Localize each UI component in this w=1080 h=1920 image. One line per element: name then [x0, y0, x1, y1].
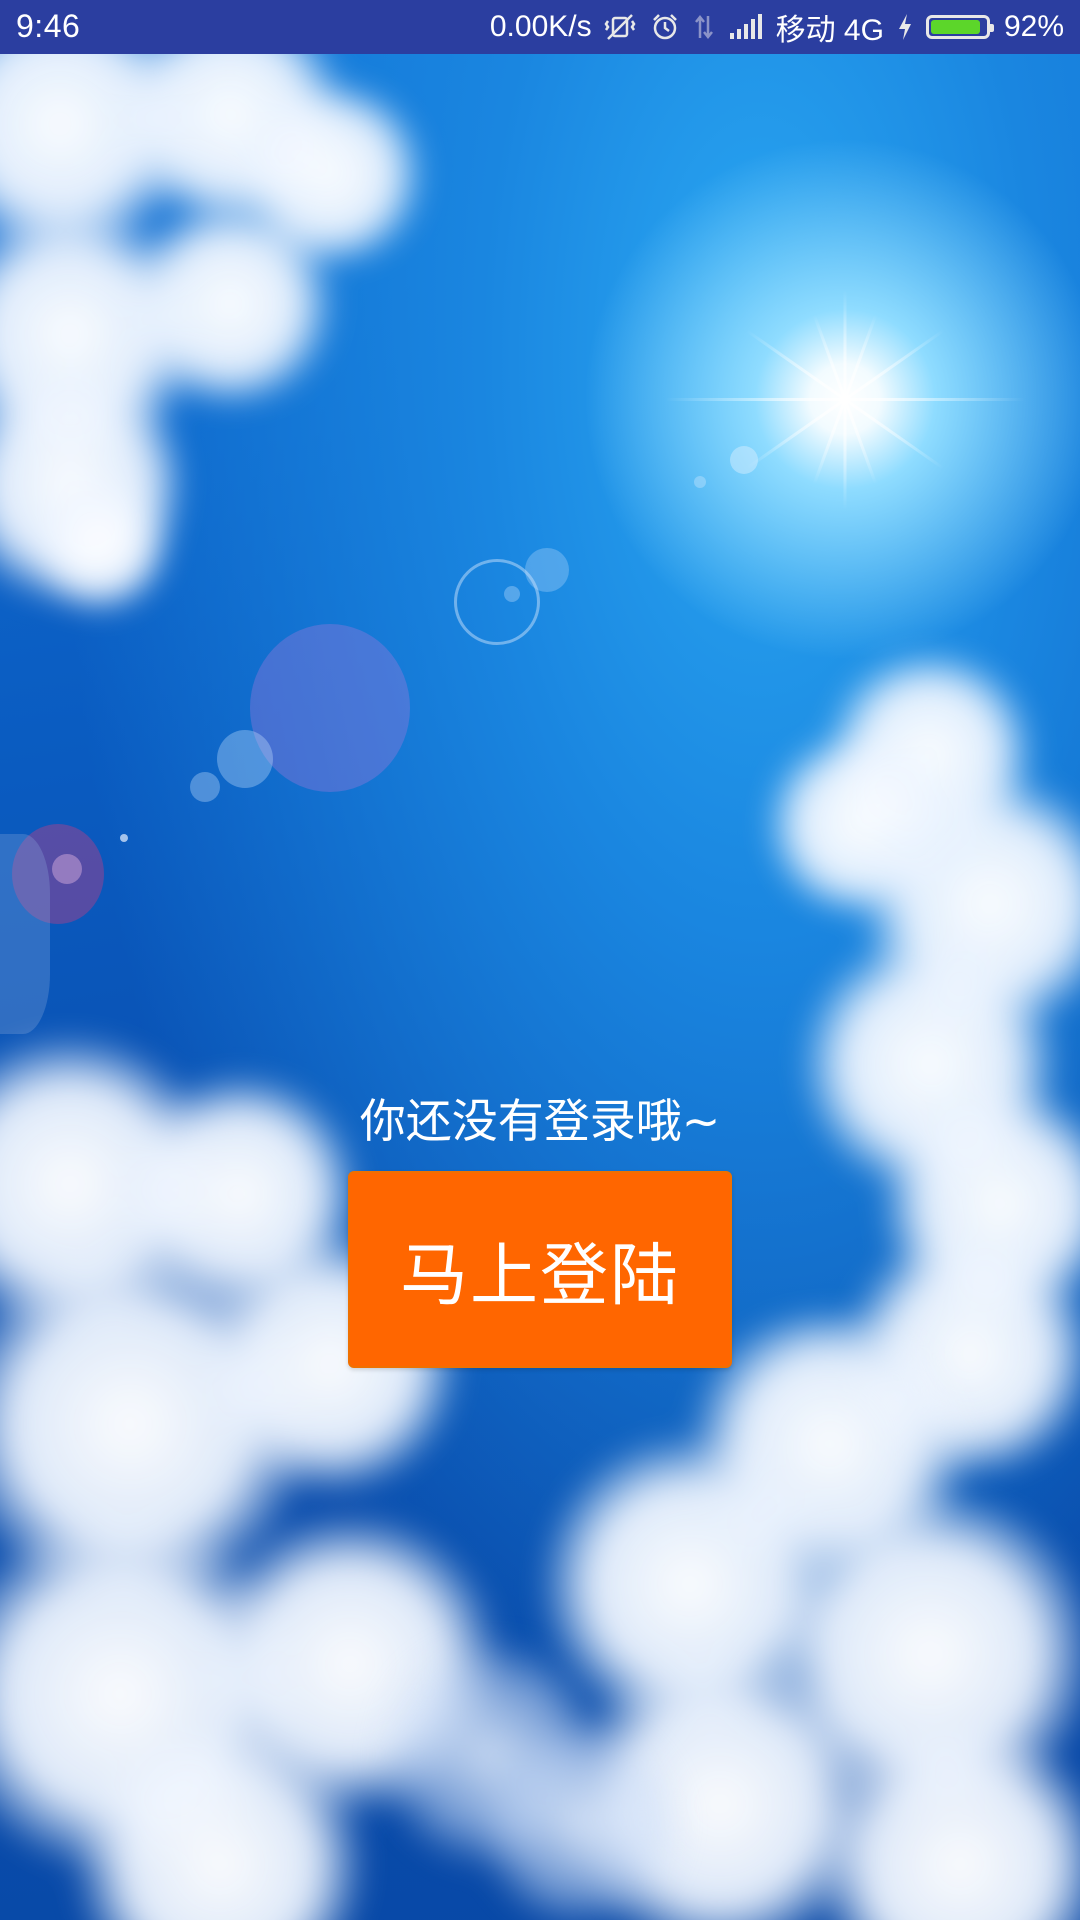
status-bar: 9:46 0.00K/s 移动 4G 92%: [0, 0, 1080, 54]
carrier-label: 移动 4G: [775, 14, 884, 47]
status-right-group: 0.00K/s 移动 4G 92%: [490, 0, 1064, 54]
battery-percent: 92%: [1003, 10, 1064, 43]
not-logged-in-prompt: 你还没有登录哦~: [359, 1094, 721, 1148]
battery-icon: [925, 15, 994, 39]
network-speed: 0.00K/s: [489, 10, 592, 43]
sky-background-image: [0, 54, 1080, 1920]
signal-icon: [728, 13, 764, 41]
cloud-top-left: [0, 54, 480, 654]
login-now-button-label: 马上登陆: [399, 1237, 680, 1316]
charging-icon: [896, 12, 914, 42]
alarm-icon: [650, 12, 680, 42]
status-time: 9:46: [16, 8, 81, 44]
login-now-button[interactable]: 马上登陆: [348, 1171, 732, 1368]
vibrate-off-icon: [604, 12, 638, 42]
data-transfer-icon: [692, 12, 716, 42]
battery-fill: [930, 20, 981, 34]
